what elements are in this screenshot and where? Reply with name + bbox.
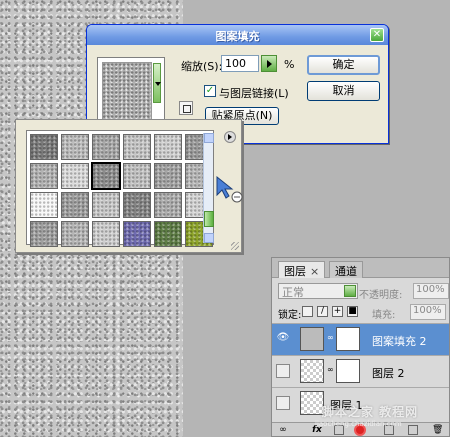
link-with-layer-checkbox[interactable]: ✓ [204,85,216,97]
pattern-swatch-item[interactable] [123,134,151,160]
scroll-thumb[interactable] [204,211,214,227]
opacity-label: 不透明度: [359,290,403,301]
tab-channels[interactable]: 通道 [329,261,363,278]
pattern-swatch-item[interactable] [61,192,89,218]
pattern-swatch-item[interactable] [92,192,120,218]
pattern-swatch-item[interactable] [30,221,58,247]
percent-label: % [284,58,295,71]
layer-name: 图案填充 2 [372,335,427,348]
picker-scrollbar[interactable] [203,133,214,243]
lock-transparency-icon[interactable] [302,306,313,317]
scale-input[interactable] [221,55,259,72]
layer-mask-thumbnail[interactable] [336,359,360,383]
new-preset-icon[interactable] [179,101,193,115]
layer-thumbnail [300,391,324,415]
trash-icon[interactable]: 🗑 [432,425,443,435]
pattern-swatch-item[interactable] [123,221,151,247]
tab-layers[interactable]: 图层 × [278,261,326,278]
pattern-swatch-item[interactable] [154,192,182,218]
layer-name: 图层 2 [372,367,405,380]
new-layer-icon[interactable] [408,425,418,435]
pattern-swatch-item[interactable] [30,134,58,160]
ok-button[interactable]: 确定 [307,55,380,75]
resize-grip-icon[interactable] [231,242,239,250]
tab-layers-label: 图层 [284,265,306,278]
pattern-swatch-item[interactable] [92,134,120,160]
lock-label: 锁定: [278,310,302,321]
pattern-swatch-item[interactable] [154,163,182,189]
picker-menu-icon[interactable] [224,131,236,143]
visibility-toggle[interactable] [276,364,290,378]
pattern-swatch-item[interactable] [61,163,89,189]
pattern-swatch [102,62,152,122]
layer-mask-thumbnail[interactable] [336,327,360,351]
visibility-toggle[interactable] [276,396,290,410]
eye-icon[interactable]: 👁 [276,332,290,346]
eyedropper-cursor-icon [216,175,243,203]
dialog-title: 图案填充 [215,30,260,43]
pattern-swatch-item[interactable] [92,221,120,247]
lock-row: 锁定: / + ■ 填充: 100% [272,302,449,322]
chain-link-icon[interactable]: ∞ [327,365,334,377]
fill-label: 填充: [372,310,396,321]
close-icon[interactable]: ✕ [370,28,384,42]
dialog-titlebar[interactable]: 图案填充 ✕ [87,25,388,45]
blend-row: 正常 不透明度: 100% [272,280,449,302]
watermark: 脚本之家 教程网 [322,405,419,419]
layer-thumbnail [300,359,324,383]
layer-row-pattern-fill[interactable]: 👁 ∞ 图案填充 2 [272,323,449,355]
pattern-swatch-item[interactable] [61,134,89,160]
pattern-swatch-item[interactable] [91,162,121,190]
pattern-swatch-item[interactable] [30,163,58,189]
opacity-input[interactable]: 100% [413,283,449,299]
layer-thumbnail [300,327,324,351]
cancel-button[interactable]: 取消 [307,81,380,101]
link-layers-icon[interactable]: ∞ [278,425,288,435]
scroll-down-arrow-icon[interactable] [204,233,214,243]
chain-link-icon[interactable]: ∞ [327,333,334,345]
scale-label: 缩放(S): [181,60,223,73]
pattern-dropdown-button[interactable] [153,63,161,103]
tab-close-icon[interactable]: × [310,265,319,278]
pattern-swatch-item[interactable] [123,192,151,218]
chevron-down-icon[interactable] [344,285,356,297]
pattern-swatch-item[interactable] [123,163,151,189]
lock-all-icon[interactable]: ■ [347,306,358,317]
fill-input[interactable]: 100% [410,304,446,320]
pattern-grid [26,130,214,247]
watermark-url: jiaocheng.chazidian.com [315,420,402,428]
pattern-swatch-item[interactable] [61,221,89,247]
scroll-up-arrow-icon[interactable] [204,133,214,143]
pattern-swatch-item[interactable] [30,192,58,218]
lock-brush-icon[interactable]: / [317,306,328,317]
pattern-picker [15,119,242,253]
lock-move-icon[interactable]: + [332,306,343,317]
pattern-swatch-item[interactable] [154,221,182,247]
scale-slider-button[interactable] [261,55,277,72]
layers-tabs: 图层 × 通道 [272,258,449,278]
pattern-swatch-item[interactable] [154,134,182,160]
link-with-layer-label: 与图层链接(L) [219,87,289,100]
layer-row-layer-2[interactable]: ∞ 图层 2 [272,355,449,387]
